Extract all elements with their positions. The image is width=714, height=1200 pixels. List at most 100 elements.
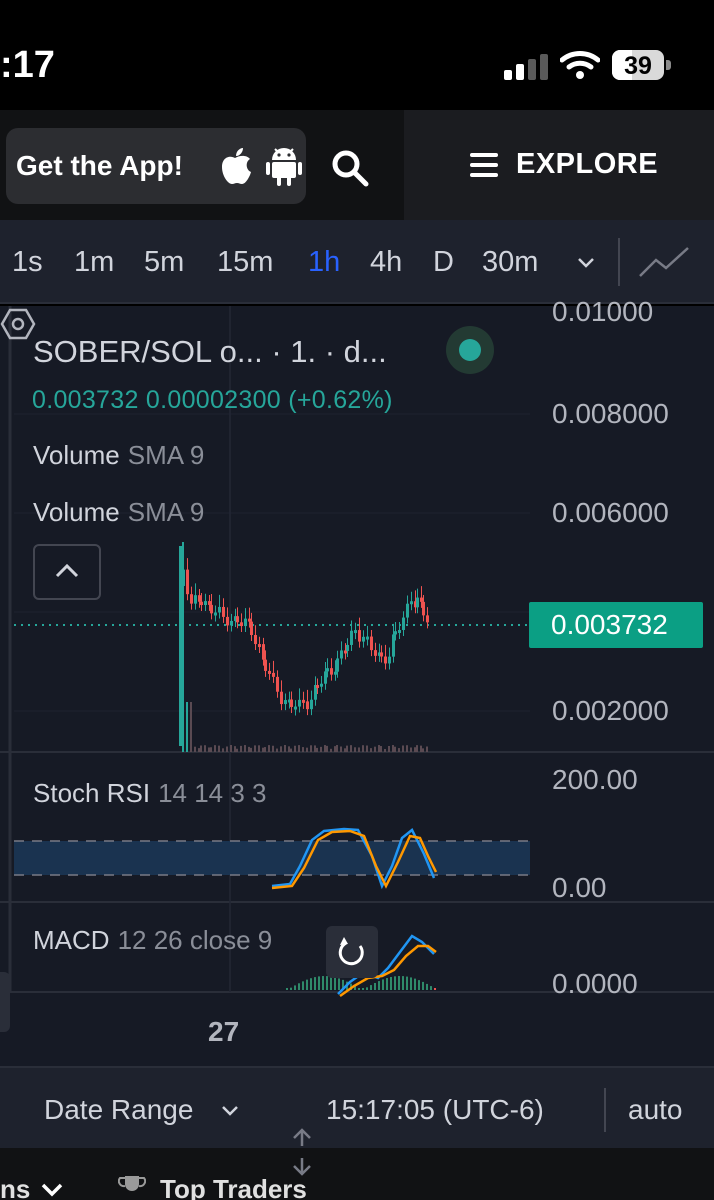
- timeframe-d[interactable]: D: [433, 246, 454, 279]
- chevron-up-icon: [55, 563, 79, 578]
- hamburger-menu-icon: [470, 153, 498, 177]
- candle: [276, 676, 279, 692]
- reset-chart-button[interactable]: [326, 926, 378, 978]
- volume-bar: [268, 745, 270, 752]
- indicator-macd[interactable]: MACD 12 26 close 9: [33, 925, 272, 956]
- chart-type-line-icon[interactable]: [636, 242, 692, 282]
- search-icon[interactable]: [330, 148, 370, 188]
- timeframe-15m[interactable]: 15m: [217, 246, 273, 279]
- volume-bar: [198, 748, 200, 752]
- macd-axis-label: 0.0000: [552, 968, 638, 999]
- macd-bar: [422, 981, 424, 990]
- indicator-stoch-rsi[interactable]: Stoch RSI 14 14 3 3: [33, 778, 267, 809]
- status-time: :17: [0, 44, 55, 86]
- candle: [358, 630, 361, 642]
- candle: [222, 606, 225, 617]
- timeframe-chevron-down-icon[interactable]: [576, 256, 596, 270]
- macd-bar: [322, 976, 324, 990]
- macd-bar: [330, 976, 332, 990]
- candle: [370, 636, 373, 651]
- macd-bar: [338, 978, 340, 990]
- macd-bar: [326, 976, 328, 990]
- candle: [244, 618, 247, 627]
- candle: [362, 636, 365, 642]
- price-chart[interactable]: SOBER/SOL o... · 1. · d... 0.003732 0.00…: [0, 296, 714, 1066]
- current-price-tag: 0.003732: [529, 602, 703, 648]
- macd-bar: [302, 981, 304, 990]
- candle: [398, 629, 401, 633]
- volume-bar: [350, 745, 352, 752]
- get-app-label: Get the App!: [16, 150, 183, 181]
- macd-bar: [402, 976, 404, 990]
- candle: [214, 612, 217, 616]
- volume-bar: [194, 746, 196, 752]
- candle: [410, 601, 413, 605]
- volume-bar: [302, 747, 304, 752]
- volume-bar: [200, 745, 202, 752]
- volume-bar: [422, 748, 424, 752]
- chevron-down-icon[interactable]: [40, 1182, 64, 1198]
- candle: [226, 616, 229, 626]
- volume-bar: [370, 748, 372, 752]
- volume-bar: [416, 745, 418, 752]
- indicator-volume-2[interactable]: Volume SMA 9: [33, 497, 204, 528]
- candle: [406, 603, 409, 618]
- side-panel-handle[interactable]: [0, 972, 10, 1032]
- volume-bar: [384, 748, 386, 752]
- collapse-legend-button[interactable]: [33, 544, 101, 600]
- candle: [204, 601, 207, 606]
- volume-bar: [262, 747, 264, 752]
- timeframe-1m[interactable]: 1m: [74, 246, 114, 279]
- volume-bar: [374, 746, 376, 752]
- volume-bar: [406, 745, 408, 752]
- candle: [388, 656, 391, 664]
- candle: [240, 622, 243, 627]
- date-range-button[interactable]: Date Range: [44, 1094, 193, 1126]
- candle: [394, 631, 397, 635]
- macd-bar: [298, 983, 300, 990]
- timeframe-4h[interactable]: 4h: [370, 246, 402, 279]
- symbol-title[interactable]: SOBER/SOL o... · 1. · d...: [33, 334, 387, 370]
- macd-bar: [414, 978, 416, 990]
- timeframe-1s[interactable]: 1s: [12, 246, 43, 279]
- volume-bar: [344, 748, 346, 752]
- volume-bar: [290, 748, 292, 752]
- volume-bar: [358, 747, 360, 752]
- volume-bar: [280, 746, 282, 752]
- tab-left-label[interactable]: ns: [0, 1174, 30, 1200]
- date-range-chevron-down-icon[interactable]: [220, 1104, 240, 1118]
- macd-bar: [318, 976, 320, 990]
- macd-bar: [358, 988, 360, 990]
- candle: [250, 621, 253, 635]
- volume-bar: [420, 745, 422, 752]
- timeframe-1h[interactable]: 1h: [308, 246, 340, 279]
- volume-bar: [306, 747, 308, 752]
- volume-bar: [314, 745, 316, 752]
- get-app-button[interactable]: Get the App!: [6, 128, 306, 204]
- volume-bar: [402, 745, 404, 752]
- stoch-axis-label: 0.00: [552, 872, 607, 903]
- candle: [316, 685, 319, 689]
- volume-bar: [240, 745, 242, 752]
- volume-bar: [340, 746, 342, 752]
- clock-timezone[interactable]: 15:17:05 (UTC-6): [326, 1094, 544, 1126]
- volume-bar: [244, 745, 246, 752]
- timeframe-5m[interactable]: 5m: [144, 246, 184, 279]
- macd-bar: [406, 976, 408, 990]
- candle: [198, 595, 201, 602]
- chart-settings-icon[interactable]: [0, 306, 36, 342]
- volume-bar: [284, 745, 286, 752]
- tab-top-traders[interactable]: Top Traders: [160, 1174, 307, 1200]
- macd-bar: [286, 988, 288, 990]
- indicator-params: SMA 9: [127, 440, 205, 470]
- candle: [380, 652, 383, 657]
- timeframe-30m[interactable]: 30m: [482, 246, 538, 279]
- indicator-name: MACD: [33, 925, 110, 955]
- resize-handle-icon[interactable]: [290, 1128, 314, 1176]
- macd-bar: [418, 980, 420, 990]
- auto-scale-button[interactable]: auto: [628, 1094, 683, 1126]
- volume-bar: [204, 745, 206, 752]
- explore-button[interactable]: EXPLORE: [404, 110, 714, 220]
- macd-bar: [310, 978, 312, 990]
- indicator-volume-1[interactable]: Volume SMA 9: [33, 440, 204, 471]
